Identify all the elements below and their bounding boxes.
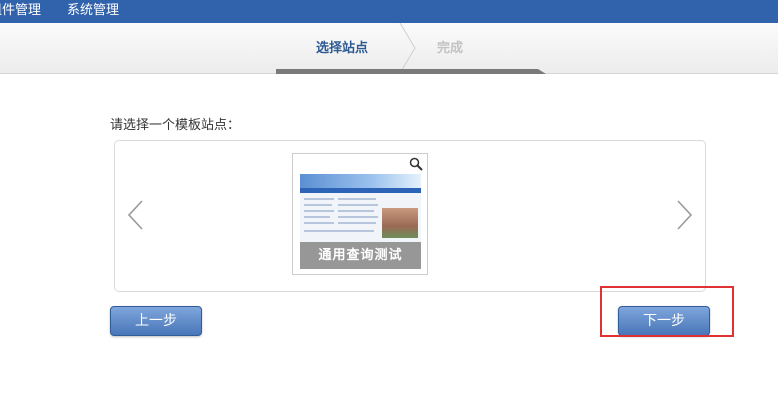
thumbnail-line [338, 210, 374, 212]
thumbnail-photo [382, 208, 418, 238]
previous-step-button[interactable]: 上一步 [110, 306, 202, 336]
next-button-highlight [600, 286, 734, 337]
select-template-prompt: 请选择一个模板站点： [110, 118, 241, 133]
thumbnail-line [304, 210, 334, 212]
thumbnail-line [304, 230, 374, 232]
chevron-left-icon[interactable] [125, 199, 147, 231]
template-carousel: 通用查询测试 [114, 140, 706, 292]
thumbnail-line [304, 198, 334, 200]
thumbnail-line [304, 216, 330, 218]
top-nav-bar: 组件管理 系统管理 [0, 0, 778, 23]
thumbnail-line [338, 222, 376, 224]
thumbnail-line [338, 216, 378, 218]
step-finish: 完成 [437, 41, 464, 56]
chevron-right-icon[interactable] [673, 199, 695, 231]
nav-item-component-management[interactable]: 组件管理 [0, 0, 41, 23]
step-wizard: 选择站点 完成 [0, 23, 778, 74]
template-caption: 通用查询测试 [300, 242, 421, 269]
thumbnail-nav [300, 188, 421, 193]
template-thumbnail: 通用查询测试 [300, 174, 421, 269]
thumbnail-line [304, 204, 332, 206]
thumbnail-banner [300, 174, 421, 188]
thumbnail-line [304, 222, 334, 224]
magnifier-icon[interactable] [409, 157, 423, 171]
template-site-card[interactable]: 通用查询测试 [292, 153, 428, 275]
thumbnail-line [338, 198, 376, 200]
nav-item-system-management[interactable]: 系统管理 [67, 0, 119, 23]
step-progress-indicator [276, 69, 546, 74]
step-select-site: 选择站点 [316, 41, 369, 56]
step-separator-icon [399, 23, 416, 73]
thumbnail-line [338, 204, 378, 206]
